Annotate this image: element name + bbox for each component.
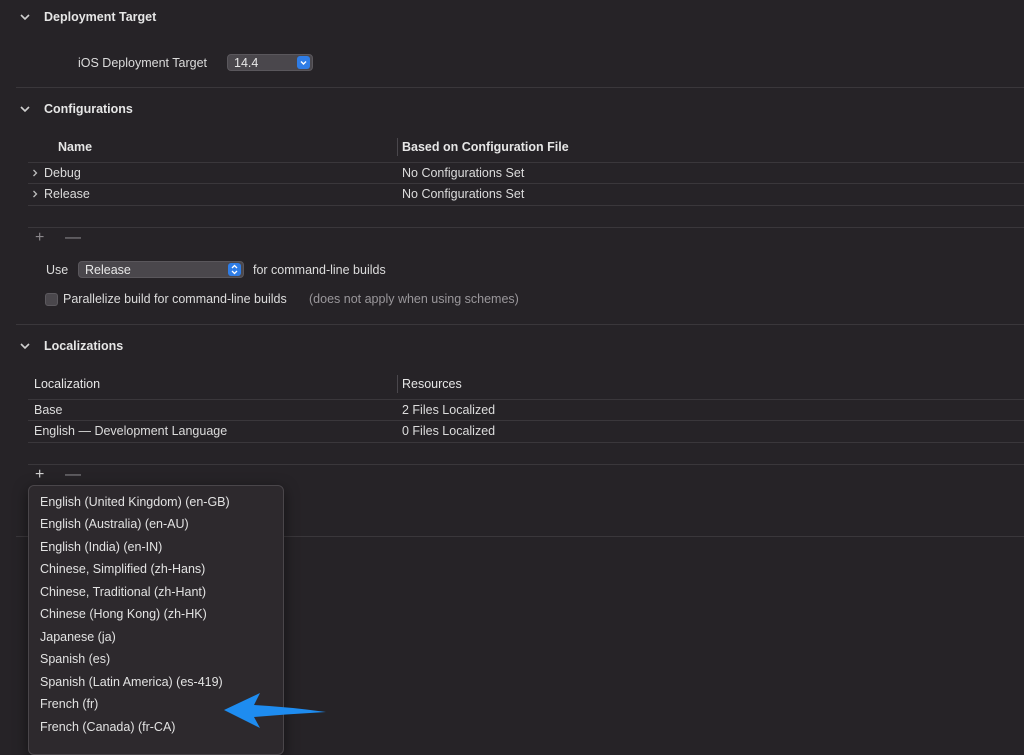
menu-item-en-au[interactable]: English (Australia) (en-AU)	[40, 517, 189, 531]
menu-item-es[interactable]: Spanish (es)	[40, 652, 110, 666]
chevron-right-icon[interactable]	[31, 190, 39, 198]
command-line-config-popup[interactable]: Release	[78, 261, 244, 278]
row-divider	[28, 205, 1024, 206]
ios-deployment-target-popup[interactable]: 14.4	[227, 54, 313, 71]
config-file: No Configurations Set	[402, 166, 525, 180]
column-separator	[397, 375, 398, 393]
popup-stepper-icon	[228, 263, 241, 276]
parallelize-checkbox[interactable]	[45, 293, 58, 306]
menu-item-ja[interactable]: Japanese (ja)	[40, 630, 116, 644]
parallelize-note: (does not apply when using schemes)	[309, 292, 519, 306]
menu-item-en-gb[interactable]: English (United Kingdom) (en-GB)	[40, 495, 230, 509]
column-header-resources[interactable]: Resources	[402, 377, 462, 391]
ios-deployment-target-label: iOS Deployment Target	[78, 56, 207, 70]
add-configuration-button[interactable]: +	[35, 229, 44, 247]
section-title: Deployment Target	[44, 10, 157, 24]
localizations-header[interactable]: Localizations	[0, 336, 1024, 356]
column-header-name[interactable]: Name	[58, 140, 92, 154]
menu-item-zh-hans[interactable]: Chinese, Simplified (zh-Hans)	[40, 562, 205, 576]
menu-item-es-419[interactable]: Spanish (Latin America) (es-419)	[40, 675, 223, 689]
deployment-target-header[interactable]: Deployment Target	[0, 7, 1024, 27]
parallelize-label[interactable]: Parallelize build for command-line build…	[63, 292, 287, 306]
row-divider	[28, 420, 1024, 421]
section-title: Localizations	[44, 339, 124, 353]
chevron-right-icon[interactable]	[31, 169, 39, 177]
config-file: No Configurations Set	[402, 187, 525, 201]
annotation-arrow-icon	[224, 693, 326, 728]
row-divider	[28, 183, 1024, 184]
popup-stepper-icon	[297, 56, 310, 69]
row-divider	[28, 442, 1024, 443]
add-localization-button[interactable]: +	[35, 466, 44, 484]
divider	[16, 87, 1024, 88]
menu-item-fr[interactable]: French (fr)	[40, 697, 98, 711]
chevron-down-icon[interactable]	[19, 340, 31, 352]
chevron-down-icon[interactable]	[19, 103, 31, 115]
column-separator	[397, 138, 398, 156]
remove-configuration-button[interactable]: —	[65, 229, 81, 247]
column-header-localization[interactable]: Localization	[34, 377, 100, 391]
table-header-divider	[28, 162, 1024, 163]
config-name: Release	[44, 187, 90, 201]
remove-localization-button[interactable]: —	[65, 466, 81, 484]
localization-resources: 0 Files Localized	[402, 424, 496, 438]
use-label: Use	[46, 263, 69, 277]
table-bottom-divider	[28, 464, 1024, 465]
table-bottom-divider	[28, 227, 1024, 228]
section-title: Configurations	[44, 102, 133, 116]
command-line-config-value: Release	[85, 262, 131, 277]
menu-item-en-in[interactable]: English (India) (en-IN)	[40, 540, 162, 554]
chevron-down-icon[interactable]	[19, 11, 31, 23]
localization-name: Base	[34, 403, 63, 417]
menu-item-zh-hk[interactable]: Chinese (Hong Kong) (zh-HK)	[40, 607, 207, 621]
configurations-header[interactable]: Configurations	[0, 99, 1024, 119]
config-name: Debug	[44, 166, 81, 180]
column-header-config-file[interactable]: Based on Configuration File	[402, 140, 569, 154]
menu-item-zh-hant[interactable]: Chinese, Traditional (zh-Hant)	[40, 585, 206, 599]
table-header-divider	[28, 399, 1024, 400]
ios-deployment-target-value: 14.4	[234, 55, 259, 70]
menu-item-fr-ca[interactable]: French (Canada) (fr-CA)	[40, 720, 175, 734]
localization-resources: 2 Files Localized	[402, 403, 496, 417]
use-suffix-label: for command-line builds	[253, 263, 386, 277]
localization-name: English — Development Language	[34, 424, 228, 438]
divider	[16, 324, 1024, 325]
